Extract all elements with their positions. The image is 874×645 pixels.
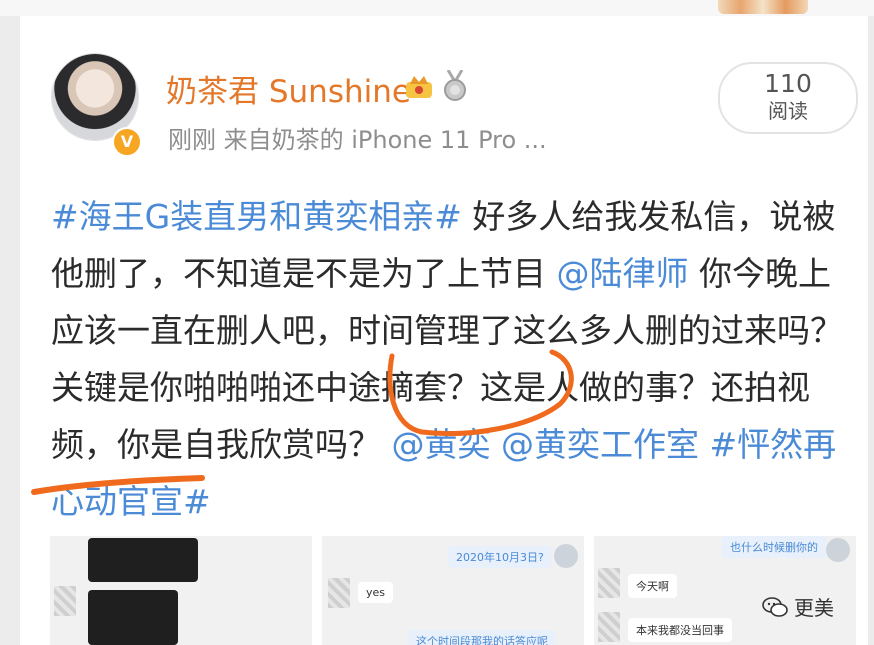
watermark: 更美 (762, 592, 834, 621)
blurred-avatar (328, 578, 350, 608)
read-count: 110 (764, 69, 812, 98)
chat-bubble: 今天啊 (628, 574, 677, 598)
read-label: 阅读 (768, 99, 808, 123)
topic-link[interactable]: #海王G装直男和黄奕相亲# (51, 197, 462, 236)
chat-bubble: 本来我都没当回事 (628, 618, 732, 642)
author-name[interactable]: 奶茶君 Sunshine (166, 66, 411, 111)
chat-bubble: 2020年10月3日? (448, 546, 552, 568)
highlight-circle-mark (387, 349, 574, 437)
screenshot-thumbnail[interactable]: 2020年10月3日? yes 这个时间段那我的话答应呢 (322, 536, 584, 645)
top-strip (0, 0, 874, 16)
post-time: 刚刚 (168, 126, 216, 154)
post-source[interactable]: 来自奶茶的 iPhone 11 Pro ... (224, 126, 547, 154)
wechat-icon (762, 596, 788, 617)
banner-decoration (718, 0, 808, 14)
screenshot-thumbnail[interactable] (50, 536, 312, 645)
image-grid: 2020年10月3日? yes 这个时间段那我的话答应呢 也什么时候删你的 今天… (50, 536, 856, 645)
chat-bubble (88, 538, 198, 582)
screenshot-thumbnail[interactable]: 也什么时候删你的 今天啊 本来我都没当回事 (594, 536, 856, 645)
weibo-post-card: V 奶茶君 Sunshine 刚刚 来自奶茶的 iPhone 11 Pro ..… (20, 16, 868, 645)
chat-bubble (88, 590, 178, 645)
mention-link[interactable]: @陆律师 (557, 254, 689, 293)
read-count-button[interactable]: 110 阅读 (718, 62, 858, 134)
post-meta: 刚刚 来自奶茶的 iPhone 11 Pro ... (168, 120, 547, 155)
watermark-label: 更美 (794, 596, 834, 620)
chat-bubble: yes (358, 582, 394, 603)
chat-bubble: 这个时间段那我的话答应呢 (408, 630, 556, 645)
crown-icon (406, 76, 432, 98)
highlight-underline-mark (31, 475, 205, 495)
blurred-avatar (598, 568, 620, 598)
chat-avatar (826, 538, 850, 562)
medal-icon (444, 70, 466, 101)
verified-badge-icon: V (112, 127, 142, 157)
chat-bubble: 也什么时候删你的 (722, 536, 826, 558)
chat-avatar (554, 544, 578, 568)
blurred-avatar (54, 586, 76, 616)
blurred-avatar (598, 612, 620, 642)
